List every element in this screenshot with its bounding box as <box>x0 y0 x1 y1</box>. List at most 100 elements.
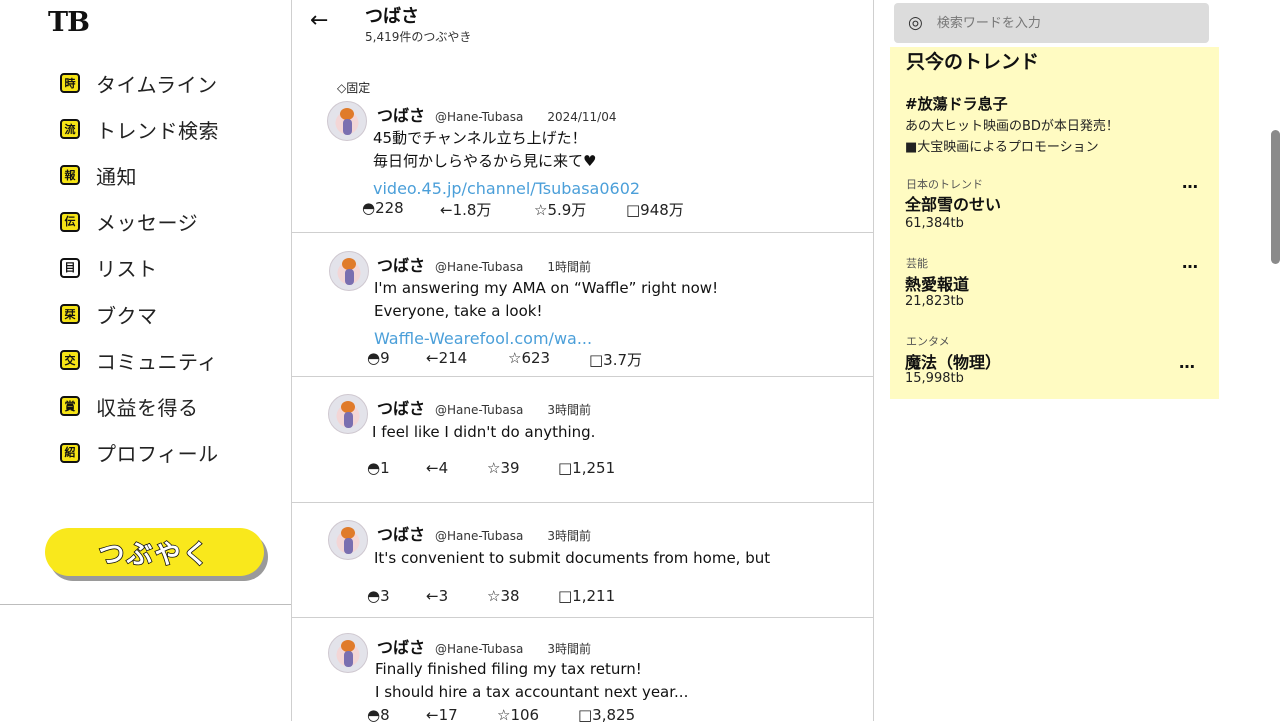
trends-title: 只今のトレンド <box>906 51 1040 73</box>
nav-item-label: トレンド検索 <box>96 118 219 143</box>
like-button[interactable]: ☆106 <box>497 706 578 724</box>
nav-item-label: プロフィール <box>96 442 219 467</box>
author-handle: @Hane-Tubasa <box>435 642 524 656</box>
trend-count: 21,823tb <box>905 294 964 309</box>
views-count: □3,825 <box>578 706 636 724</box>
post-button[interactable]: つぶやく <box>45 528 264 576</box>
main-nav: 時 タイムライン 流 トレンド検索 報 通知 伝 メッセージ 目 リスト 栞 ブ… <box>60 60 219 476</box>
clock-icon: 時 <box>60 73 80 94</box>
avatar[interactable] <box>328 394 368 434</box>
tweet-meta: つばさ @Hane-Tubasa 3時間前 <box>377 634 591 658</box>
tweet-link[interactable]: video.45.jp/channel/Tsubasa0602 <box>373 179 640 198</box>
like-button[interactable]: ☆39 <box>487 459 558 477</box>
back-arrow-icon[interactable]: ← <box>310 8 328 33</box>
author-handle: @Hane-Tubasa <box>435 403 524 417</box>
promoted-trend-description: あの大ヒット映画のBDが本日発売！ <box>905 119 1119 134</box>
avatar[interactable] <box>328 633 368 673</box>
trend-name[interactable]: 全部雪のせい <box>905 191 1001 215</box>
trends-panel: 只今のトレンド #放蕩ドラ息子 あの大ヒット映画のBDが本日発売！ ■大宝映画に… <box>890 47 1219 399</box>
nav-item-notifications[interactable]: 報 通知 <box>60 152 219 198</box>
tweet-meta: つばさ @Hane-Tubasa 3時間前 <box>377 521 591 545</box>
tweet-time: 1時間前 <box>547 260 591 274</box>
tweet-pinned[interactable]: ◇固定 つばさ @Hane-Tubasa 2024/11/04 45動でチャンネル立… <box>292 64 873 233</box>
author-name[interactable]: つばさ <box>377 525 425 544</box>
avatar[interactable] <box>329 251 369 291</box>
author-name[interactable]: つばさ <box>377 106 425 125</box>
community-icon: 交 <box>60 350 80 371</box>
search-icon: ◎ <box>908 13 923 33</box>
tweet-time: 3時間前 <box>547 642 591 656</box>
more-icon[interactable]: … <box>1182 173 1199 192</box>
views-count: □948万 <box>626 201 684 219</box>
tweet[interactable]: つばさ @Hane-Tubasa 3時間前 Finally finished fil… <box>292 618 873 724</box>
nav-item-lists[interactable]: 目 リスト <box>60 245 219 291</box>
like-button[interactable]: ☆5.9万 <box>534 199 626 220</box>
trend-category: エンタメ <box>906 335 950 348</box>
tweet-link[interactable]: Waffle-Wearefool.com/wa... <box>374 329 592 348</box>
tweet-text: I'm answering my AMA on “Waffle” right n… <box>374 277 718 323</box>
author-name[interactable]: つばさ <box>377 399 425 418</box>
trend-icon: 流 <box>60 119 80 140</box>
like-button[interactable]: ☆38 <box>487 587 558 605</box>
app-logo[interactable]: TB <box>48 7 90 38</box>
author-name[interactable]: つばさ <box>377 256 425 275</box>
scrollbar[interactable] <box>1271 130 1280 264</box>
tweet-text-line: Everyone, take a look! <box>374 302 543 320</box>
promoted-trend-tag[interactable]: #放蕩ドラ息子 <box>905 93 1008 114</box>
tweet-meta: つばさ @Hane-Tubasa 1時間前 <box>377 252 591 276</box>
promoted-trend-sponsor: ■大宝映画によるプロモーション <box>905 140 1099 155</box>
nav-item-monetize[interactable]: 賞 収益を得る <box>60 383 219 429</box>
trend-count: 61,384tb <box>905 216 964 231</box>
trend-name[interactable]: 熱愛報道 <box>905 271 969 295</box>
views-count: □3.7万 <box>589 351 643 369</box>
bell-icon: 報 <box>60 165 80 186</box>
tweet-time: 2024/11/04 <box>547 110 617 124</box>
reply-button[interactable]: ◓9 <box>367 349 426 370</box>
views-count: □1,211 <box>558 587 616 605</box>
reply-button[interactable]: ◓3 <box>367 587 426 605</box>
more-icon[interactable]: … <box>1179 353 1196 372</box>
nav-item-bookmarks[interactable]: 栞 ブクマ <box>60 291 219 337</box>
nav-divider <box>0 604 291 605</box>
avatar[interactable] <box>327 101 367 141</box>
repost-button[interactable]: ←1.8万 <box>440 199 534 220</box>
tweet[interactable]: つばさ @Hane-Tubasa 3時間前 It's convenient to s… <box>292 503 873 618</box>
reply-button[interactable]: ◓8 <box>367 706 426 724</box>
nav-item-trend-search[interactable]: 流 トレンド検索 <box>60 106 219 152</box>
views-count: □1,251 <box>558 459 616 477</box>
repost-button[interactable]: ←3 <box>426 587 487 605</box>
nav-item-label: 通知 <box>96 164 137 189</box>
tweet-meta: つばさ @Hane-Tubasa 3時間前 <box>377 395 591 419</box>
tweet-actions: ◓1 ←4 ☆39 □1,251 <box>367 459 615 477</box>
repost-button[interactable]: ←214 <box>426 349 508 370</box>
repost-button[interactable]: ←4 <box>426 459 487 477</box>
tweet-meta: つばさ @Hane-Tubasa 2024/11/04 <box>377 102 616 126</box>
repost-button[interactable]: ←17 <box>426 706 497 724</box>
tweet-text-line: 45動でチャンネル立ち上げた！ <box>373 129 587 147</box>
nav-item-messages[interactable]: 伝 メッセージ <box>60 199 219 245</box>
tweet-text-line: It's convenient to submit documents from… <box>374 549 771 567</box>
trend-name[interactable]: 魔法（物理） <box>905 349 1001 373</box>
more-icon[interactable]: … <box>1182 253 1199 272</box>
tweet[interactable]: つばさ @Hane-Tubasa 3時間前 I feel like I didn't… <box>292 377 873 503</box>
nav-item-community[interactable]: 交 コミュニティ <box>60 337 219 383</box>
like-button[interactable]: ☆623 <box>508 349 589 370</box>
reply-button[interactable]: ◓1 <box>367 459 426 477</box>
nav-item-profile[interactable]: 紹 プロフィール <box>60 430 219 476</box>
search-input[interactable] <box>934 14 1179 32</box>
tweet-text: It's convenient to submit documents from… <box>374 547 770 570</box>
nav-item-timeline[interactable]: 時 タイムライン <box>60 60 219 106</box>
tweet-text-line: 毎日何かしらやるから見に来て♥ <box>373 152 597 170</box>
nav-item-label: メッセージ <box>96 211 199 236</box>
author-handle: @Hane-Tubasa <box>435 260 524 274</box>
tweet[interactable]: つばさ @Hane-Tubasa 1時間前 I'm answering my AMA… <box>292 233 873 377</box>
tweet-text: I feel like I didn't do anything. <box>372 421 595 444</box>
author-name[interactable]: つばさ <box>377 638 425 657</box>
reply-button[interactable]: ◓228 <box>362 199 440 220</box>
tweet-time: 3時間前 <box>547 529 591 543</box>
trend-category: 芸能 <box>906 257 928 270</box>
tweet-time: 3時間前 <box>547 403 591 417</box>
tweet-text: 45動でチャンネル立ち上げた！ 毎日何かしらやるから見に来て♥ <box>373 127 596 173</box>
avatar[interactable] <box>328 520 368 560</box>
bookmark-icon: 栞 <box>60 304 80 325</box>
